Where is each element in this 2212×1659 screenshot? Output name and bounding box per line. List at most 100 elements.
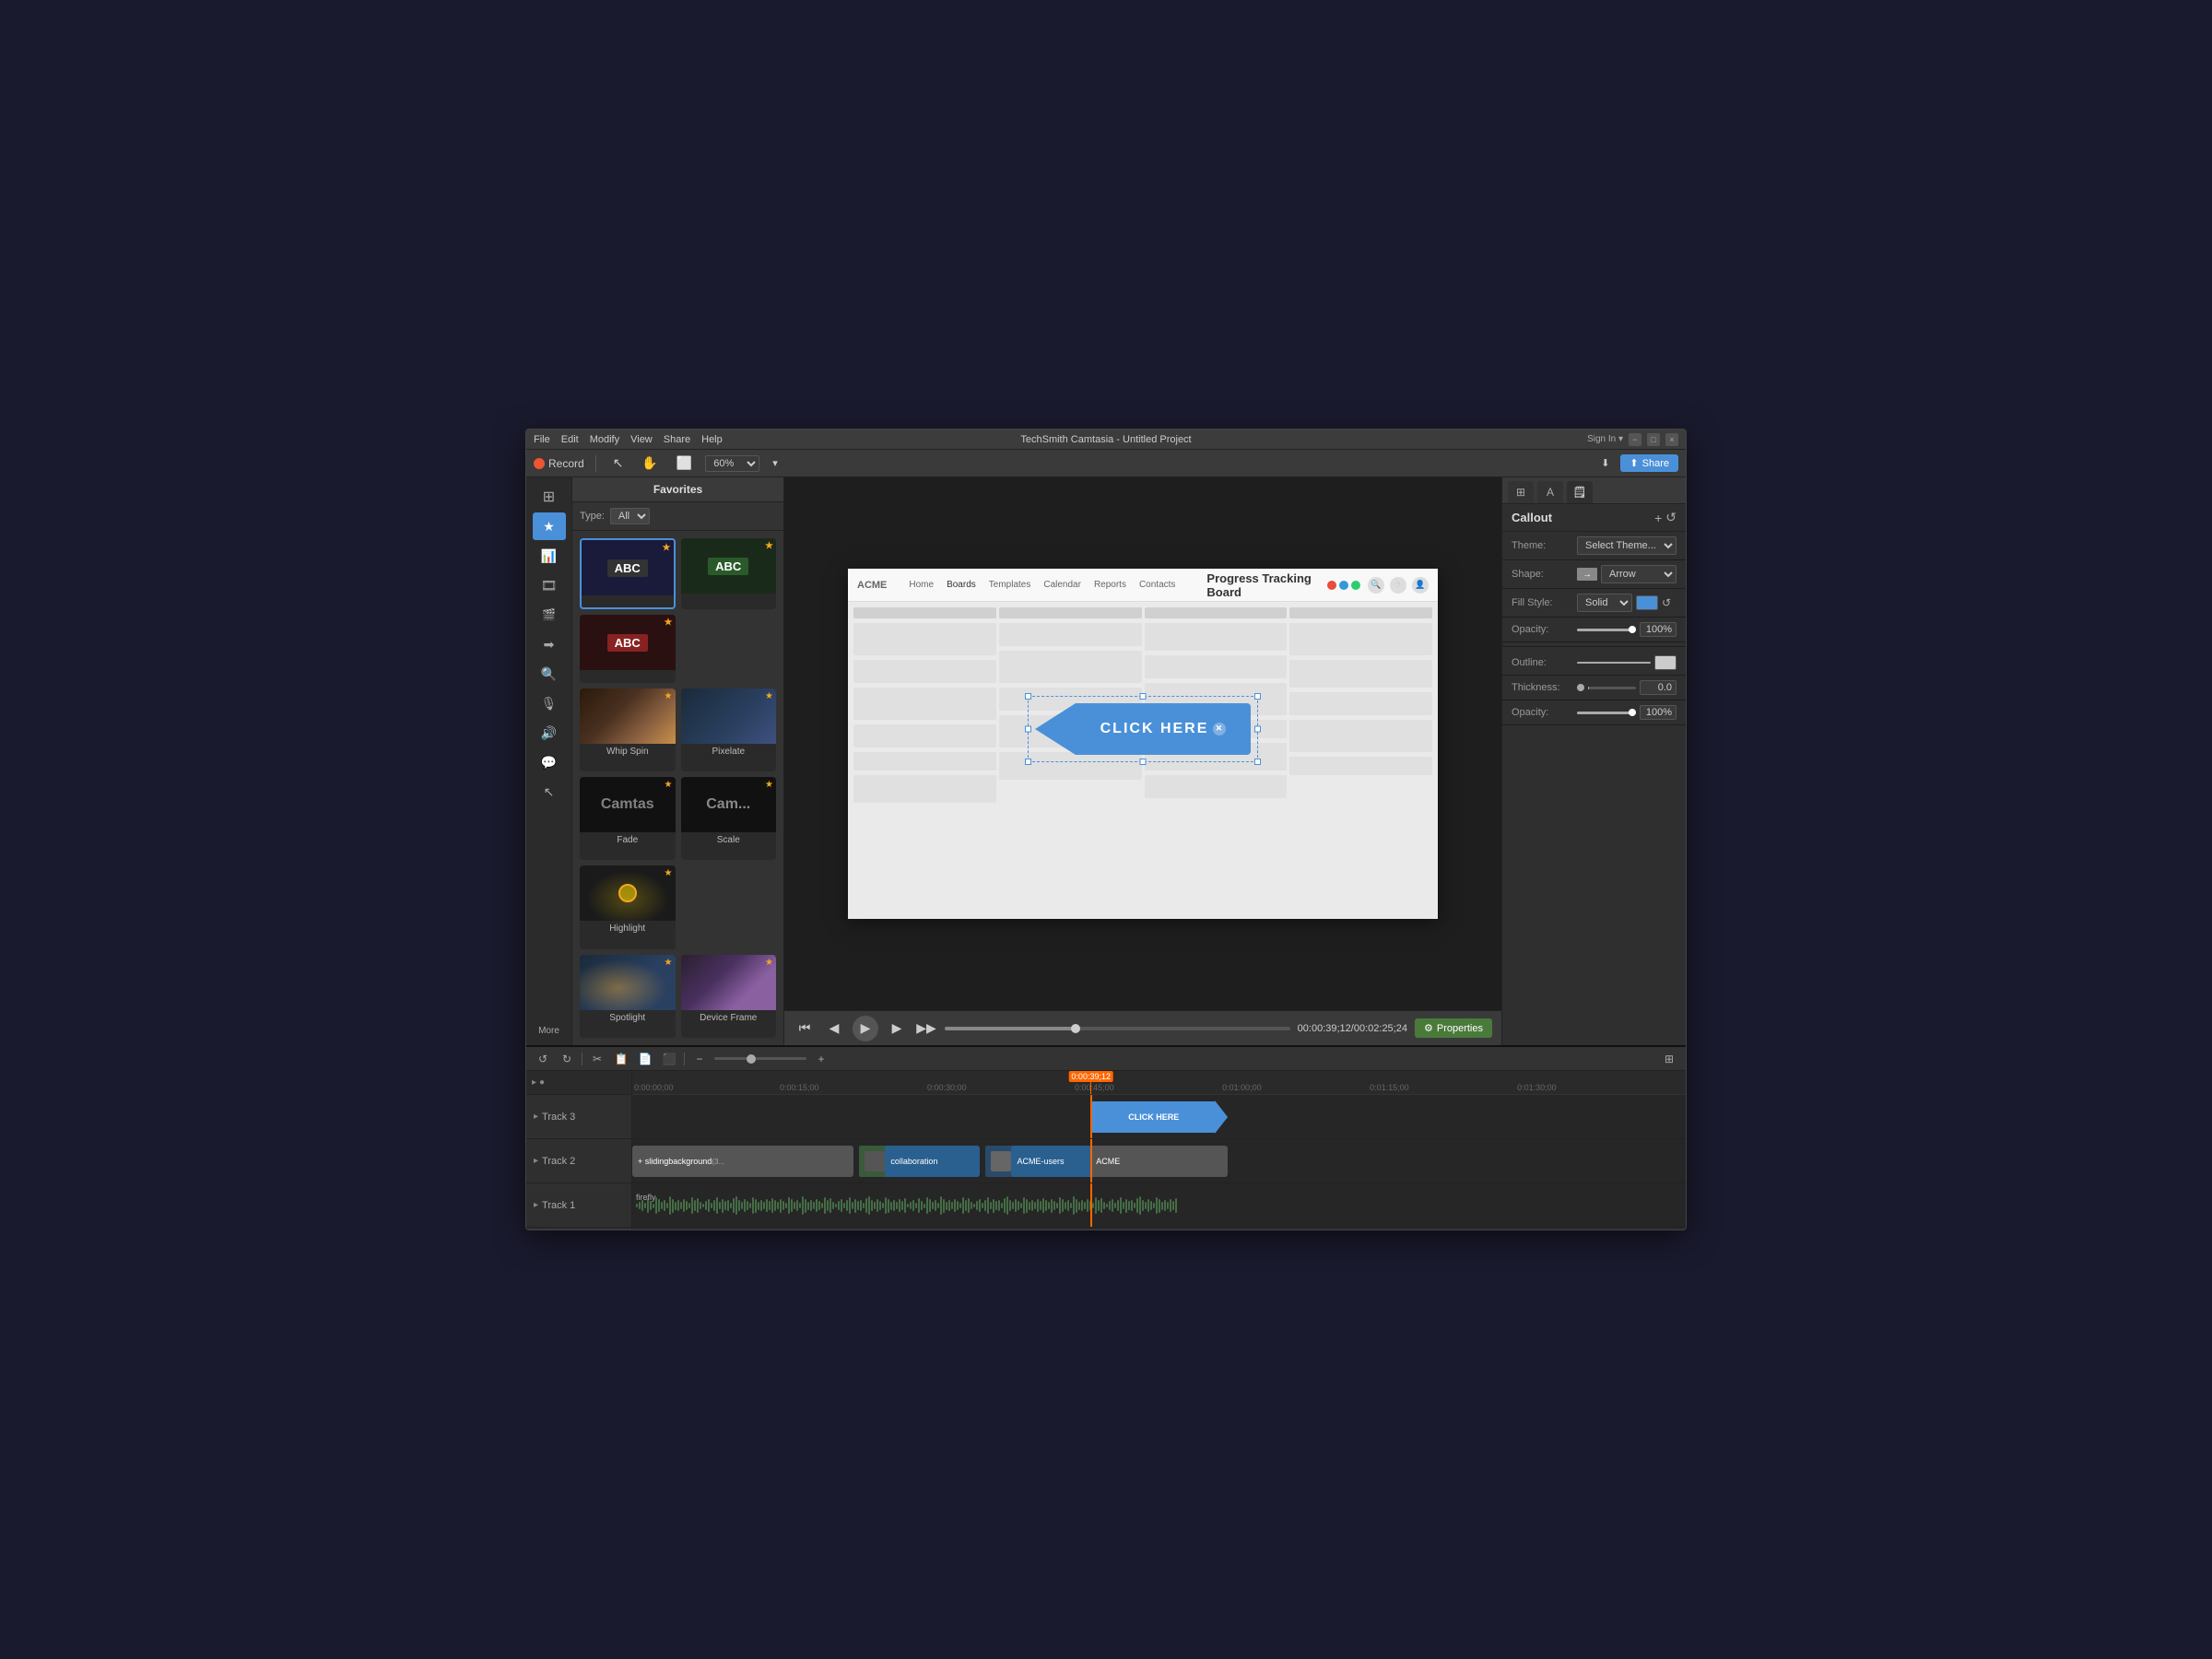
callout-container[interactable]: CLICK HERE ✕ [1028,696,1258,762]
share-button[interactable]: ⬆ Share [1620,454,1678,472]
rp-tab-text[interactable]: A [1537,481,1563,503]
sidebar-charts[interactable]: 📊 [533,542,566,570]
crop-tool[interactable]: ⬜ [671,453,698,473]
sidebar-zoom[interactable]: 🔍 [533,660,566,688]
handle-bc[interactable] [1140,759,1147,765]
rp-tab-callout[interactable]: 🗒 [1567,481,1593,503]
fill-reset-button[interactable]: ↺ [1662,596,1671,609]
fill-style-select[interactable]: Solid [1577,594,1632,612]
skip-to-end[interactable]: ▶▶ [915,1018,937,1040]
step-back[interactable]: ◀ [823,1018,845,1040]
progress-handle[interactable] [1071,1024,1080,1033]
sidebar-cursor[interactable]: ↖ [533,778,566,806]
fav-item-abc3[interactable]: ★ ABC [580,615,676,682]
move-tool[interactable]: ✋ [636,453,663,473]
fav-item-deviceframe[interactable]: ★ Device Frame [681,955,777,1038]
fav-item-pixelate[interactable]: ★ Pixelate [681,688,777,771]
filter-select[interactable]: All [610,508,650,524]
menu-help[interactable]: Help [701,434,723,445]
track2-expand[interactable]: ▸ [534,1156,538,1166]
fav-item-abc2[interactable]: ★ ABC [681,538,777,609]
nav-boards[interactable]: Boards [941,578,982,592]
theme-select[interactable]: Select Theme... [1577,536,1677,555]
fav-item-fade[interactable]: ★ Camtas Fade [580,777,676,860]
track-row-1[interactable]: firefly [632,1183,1686,1228]
thickness-slider[interactable] [1588,687,1636,689]
tl-paste[interactable]: 📄 [636,1050,654,1068]
clip-acme[interactable]: ACME [1090,1146,1228,1177]
fav-item-highlight[interactable]: ★ Highlight [580,865,676,948]
canvas-viewport[interactable]: ACME Home Boards Templates Calendar Repo… [784,477,1501,1010]
handle-tl[interactable] [1025,693,1031,700]
rp-undo-button[interactable]: ↺ [1665,510,1677,525]
progress-track[interactable] [945,1027,1290,1030]
zoom-select[interactable]: 60% 100% [705,455,759,472]
track3-expand[interactable]: ▸ [534,1112,538,1122]
nav-calendar[interactable]: Calendar [1038,578,1087,592]
sidebar-media[interactable]: ⊞ [533,483,566,511]
step-forward[interactable]: ▶ [886,1018,908,1040]
rp-add-button[interactable]: + [1654,510,1662,525]
track1-expand[interactable]: ▸ [534,1200,538,1210]
menu-edit[interactable]: Edit [561,434,579,445]
properties-button[interactable]: ⚙ Properties [1415,1018,1492,1038]
opacity-slider[interactable] [1577,629,1636,631]
menu-share[interactable]: Share [664,434,690,445]
handle-mr[interactable] [1254,725,1261,732]
fav-item-scale[interactable]: ★ Cam... Scale [681,777,777,860]
zoom-dropdown[interactable]: ▾ [767,455,783,471]
download-btn[interactable]: ⬇ [1595,455,1615,471]
tl-zoom-out[interactable]: − [690,1050,709,1068]
nav-reports[interactable]: Reports [1088,578,1132,592]
tl-split[interactable]: ⬛ [660,1050,678,1068]
record-button[interactable]: Record [534,457,584,470]
menu-file[interactable]: File [534,434,550,445]
handle-tr[interactable] [1254,693,1261,700]
sidebar-favorites[interactable]: ★ [533,512,566,540]
tl-cut[interactable]: ✂ [588,1050,606,1068]
nav-home[interactable]: Home [903,578,939,592]
search-icon[interactable]: 🔍 [1368,577,1384,594]
tl-zoom-slider[interactable] [714,1057,806,1060]
rp-tab-media[interactable]: ⊞ [1508,481,1534,503]
tl-zoom-in[interactable]: + [812,1050,830,1068]
menu-modify[interactable]: Modify [590,434,619,445]
handle-bl[interactable] [1025,759,1031,765]
track-row-2[interactable]: + slidingbackground (3... collaboration [632,1139,1686,1183]
track-row-3[interactable]: CLICK HERE [632,1095,1686,1139]
handle-br[interactable] [1254,759,1261,765]
clip-sliding[interactable]: + slidingbackground (3... [632,1146,853,1177]
sidebar-arrows[interactable]: ➡ [533,630,566,658]
sidebar-transitions[interactable]: 🎞 [533,571,566,599]
select-tool[interactable]: ↖ [607,453,629,473]
clip-collaboration[interactable]: collaboration [885,1146,980,1177]
clip-acme-users[interactable]: ACME-users [1011,1146,1095,1177]
track-add-icon[interactable]: ▸ [532,1077,536,1088]
nav-contacts[interactable]: Contacts [1134,578,1181,592]
thickness-opacity-slider[interactable] [1577,712,1636,714]
menu-view[interactable]: View [630,434,653,445]
maximize-btn[interactable]: □ [1647,433,1660,446]
tl-copy[interactable]: 📋 [612,1050,630,1068]
help-icon[interactable]: ? [1390,577,1406,594]
shape-select[interactable]: Arrow [1601,565,1677,583]
sidebar-audio[interactable]: 🔊 [533,719,566,747]
clip-clickhere[interactable]: CLICK HERE [1090,1101,1217,1133]
nav-templates[interactable]: Templates [983,578,1037,592]
play-button[interactable]: ▶ [853,1016,878,1041]
outline-color-swatch[interactable] [1654,655,1677,670]
handle-tc[interactable] [1140,693,1147,700]
minimize-btn[interactable]: − [1629,433,1641,446]
fav-item-abc1[interactable]: ★ ABC [580,538,676,609]
skip-to-start[interactable]: ⏮ [794,1018,816,1040]
sidebar-captions[interactable]: 💬 [533,748,566,776]
signin-btn[interactable]: Sign In ▾ [1587,434,1623,444]
tl-undo[interactable]: ↺ [534,1050,552,1068]
user-icon[interactable]: 👤 [1412,577,1429,594]
more-label[interactable]: More [535,1022,563,1040]
handle-ml[interactable] [1025,725,1031,732]
callout-x[interactable]: ✕ [1213,723,1226,735]
close-btn[interactable]: × [1665,433,1678,446]
fav-item-spotlight[interactable]: ★ Spotlight [580,955,676,1038]
tl-expand[interactable]: ⊞ [1660,1050,1678,1068]
